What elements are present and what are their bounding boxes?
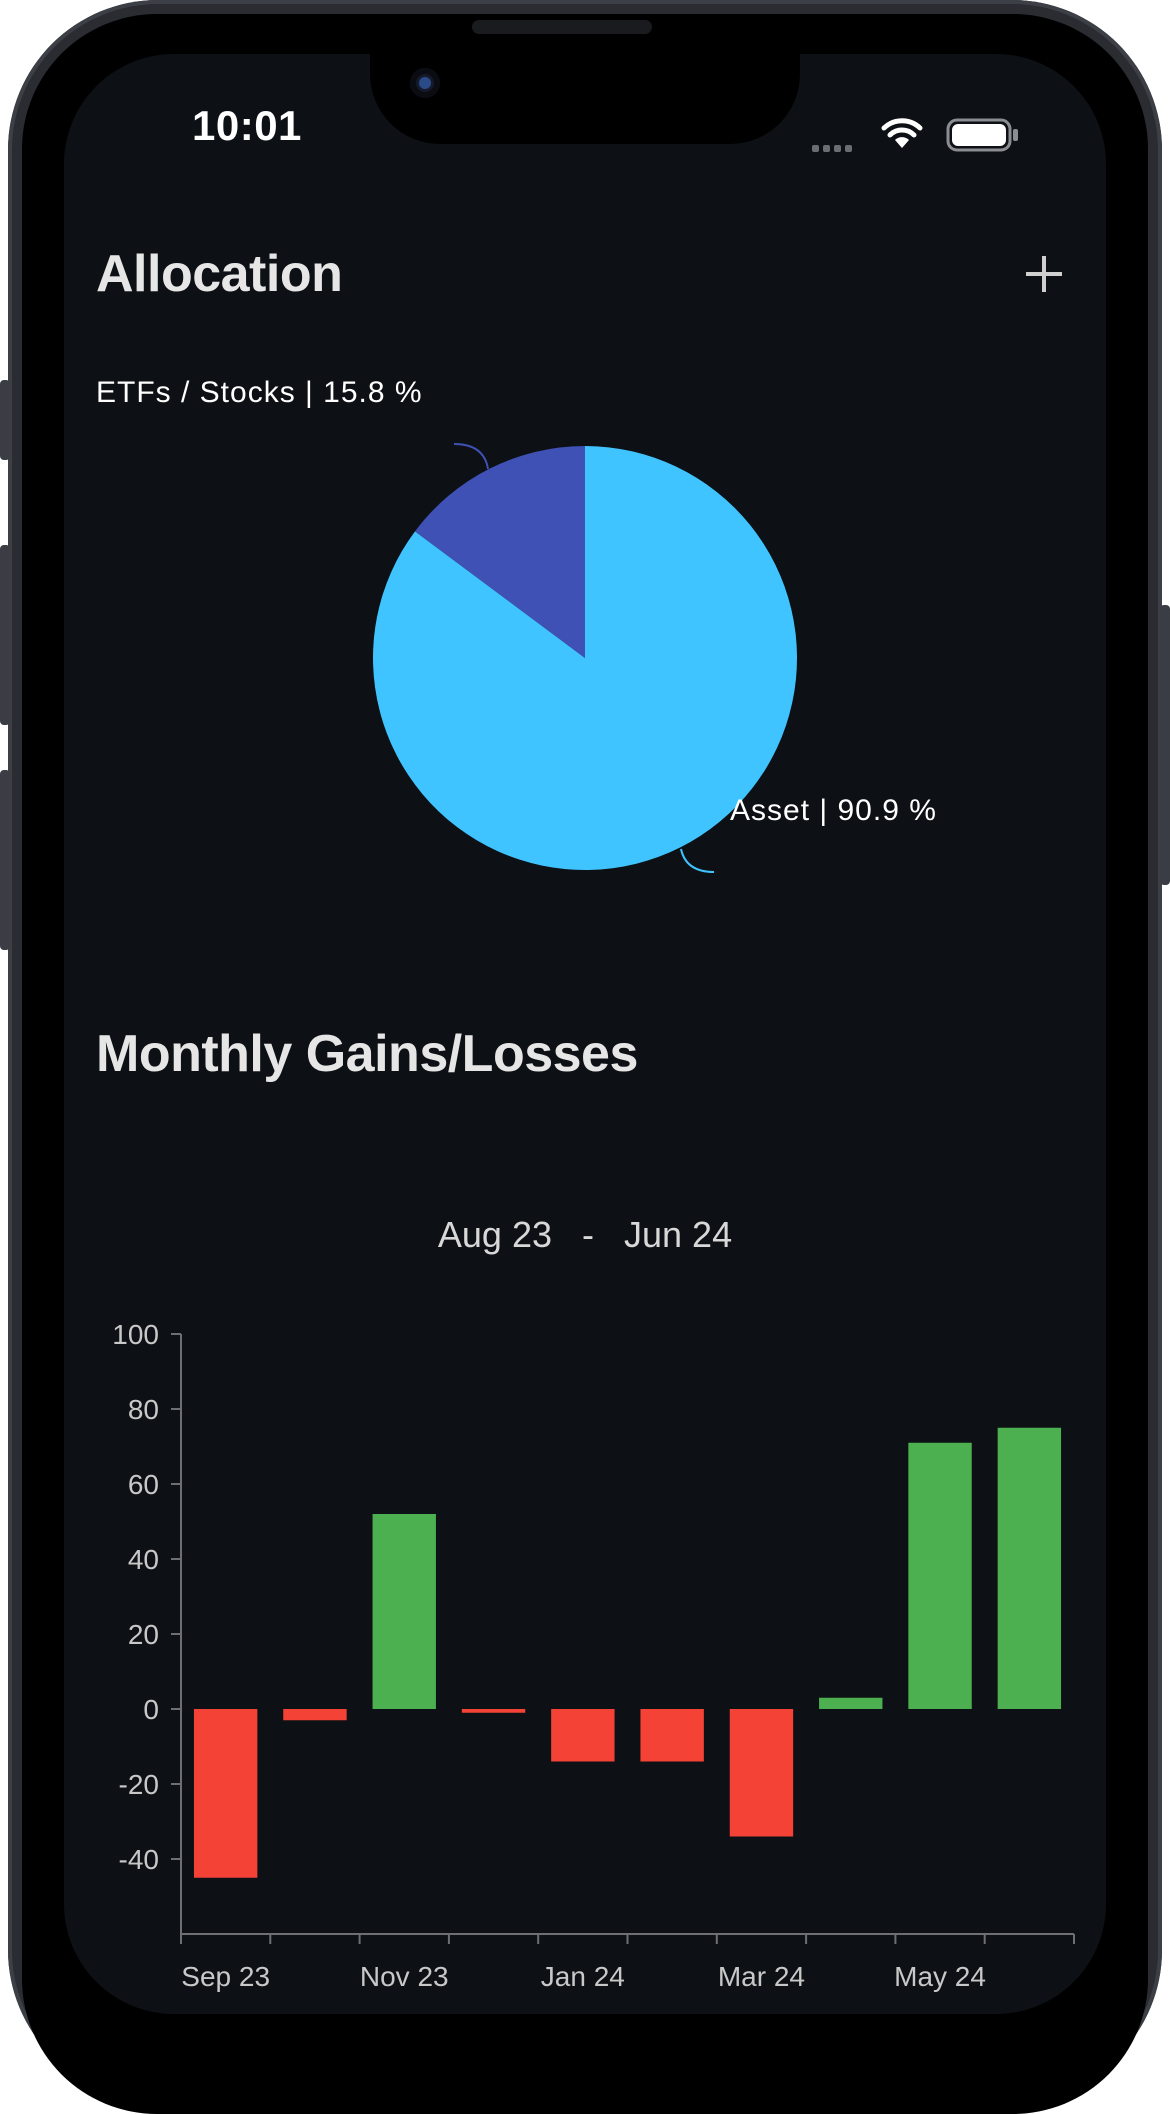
- etfs-leader-line: [453, 443, 489, 470]
- side-button: [1160, 605, 1170, 885]
- date-range-separator: -: [582, 1214, 594, 1255]
- y-tick-label: 80: [128, 1394, 159, 1425]
- bar-jun-24[interactable]: [997, 1427, 1062, 1709]
- y-tick-label: 60: [128, 1469, 159, 1500]
- x-tick-label: Nov 23: [360, 1961, 449, 1992]
- bar-nov-23[interactable]: [372, 1514, 436, 1709]
- bar-feb-24[interactable]: [640, 1709, 704, 1762]
- date-range-selector[interactable]: Aug 23- Jun 24: [64, 1214, 1106, 1256]
- x-tick-label: Mar 24: [718, 1961, 805, 1992]
- camera-icon: [410, 68, 440, 98]
- pie-label-etfs-stocks: ETFs / Stocks | 15.8 %: [96, 376, 423, 409]
- bars: [193, 1427, 1062, 1878]
- y-tick-label: 0: [143, 1694, 159, 1725]
- bar-dec-23[interactable]: [461, 1709, 526, 1713]
- app-screen: 10:01 Allocation ETFs / Stocks | 15.8 % …: [64, 54, 1106, 2014]
- x-tick-label: Jan 24: [541, 1961, 625, 1992]
- asset-leader-line: [680, 848, 715, 873]
- pie-label-asset: Asset | 90.9 %: [730, 794, 937, 827]
- notch: [370, 54, 800, 144]
- allocation-title: Allocation: [96, 245, 343, 303]
- plus-icon: [1026, 256, 1062, 292]
- bar-apr-24[interactable]: [819, 1697, 883, 1709]
- battery-icon: [946, 118, 1018, 152]
- bar-oct-23[interactable]: [283, 1709, 347, 1721]
- speaker-grille: [472, 20, 652, 34]
- cellular-signal-icon: [812, 139, 856, 157]
- y-tick-label: -40: [119, 1844, 159, 1875]
- y-tick-label: 40: [128, 1544, 159, 1575]
- status-time: 10:01: [192, 102, 302, 149]
- side-button: [0, 545, 10, 725]
- x-tick-label: May 24: [894, 1961, 986, 1992]
- bar-mar-24[interactable]: [729, 1709, 794, 1837]
- y-tick-label: 100: [112, 1319, 159, 1350]
- allocation-pie-chart: [372, 443, 798, 873]
- y-tick-label: 20: [128, 1619, 159, 1650]
- date-range-start[interactable]: Aug 23: [438, 1214, 552, 1256]
- bar-may-24[interactable]: [908, 1442, 972, 1709]
- side-button: [0, 770, 10, 950]
- x-axis: Sep 23 Nov 23 Jan 24 Mar 24 May 24: [180, 1933, 1075, 1992]
- wifi-icon: [881, 118, 923, 148]
- bar-jan-24[interactable]: [551, 1709, 615, 1762]
- side-button: [0, 380, 10, 460]
- x-tick-label: Sep 23: [181, 1961, 270, 1992]
- monthly-bar-chart: 100 80 60 40 20 0 -20 -40 Sep 23 Nov 23 Jan 24 Mar…: [112, 1319, 1075, 1992]
- y-axis: 100 80 60 40 20 0 -20 -40: [112, 1319, 182, 1934]
- y-tick-label: -20: [119, 1769, 159, 1800]
- monthly-gains-title: Monthly Gains/Losses: [96, 1025, 638, 1083]
- add-button[interactable]: [1014, 244, 1074, 304]
- date-range-end[interactable]: Jun 24: [624, 1214, 732, 1256]
- bar-sep-23[interactable]: [193, 1709, 258, 1878]
